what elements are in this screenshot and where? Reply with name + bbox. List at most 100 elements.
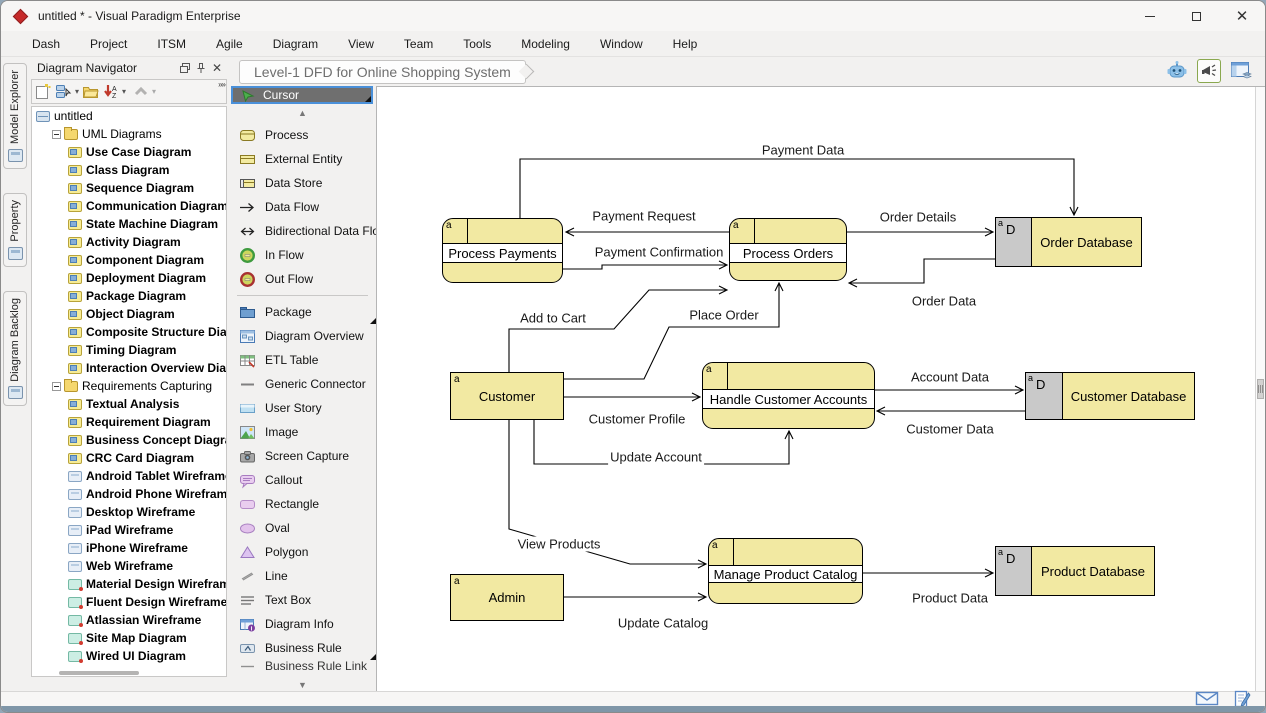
datastore-product-database[interactable]: aDProduct Database <box>995 546 1155 596</box>
sort-dropdown-icon[interactable]: ▾ <box>122 87 126 96</box>
tool-image[interactable]: Image <box>229 420 376 444</box>
tool-rectangle[interactable]: Rectangle <box>229 492 376 516</box>
tree-item-business-concept-diagram[interactable]: Business Concept Diagram <box>32 431 226 449</box>
tool-out-flow[interactable]: Out Flow <box>229 267 376 291</box>
close-panel-button[interactable]: ✕ <box>209 60 225 76</box>
datastore-order-database[interactable]: aDOrder Database <box>995 217 1142 267</box>
toolbox-scroll-down-icon[interactable]: ▼ <box>229 680 376 690</box>
flow-label-place-order[interactable]: Place Order <box>687 308 760 323</box>
tool-bidirectional-data-flow[interactable]: Bidirectional Data Flow <box>229 219 376 243</box>
menu-item-window[interactable]: Window <box>585 33 658 55</box>
tree-item-textual-analysis[interactable]: Textual Analysis <box>32 395 226 413</box>
tool-package[interactable]: Package <box>229 300 376 324</box>
layout-panels-button[interactable] <box>1229 59 1253 83</box>
side-tab-model-explorer[interactable]: Model Explorer <box>3 63 27 169</box>
flow-label-customer-profile[interactable]: Customer Profile <box>587 412 688 427</box>
entity-customer[interactable]: aCustomer <box>450 372 564 420</box>
tool-data-store[interactable]: Data Store <box>229 171 376 195</box>
pin-panel-button[interactable] <box>193 60 209 76</box>
process-process-payments[interactable]: aProcess Payments <box>442 218 563 283</box>
menu-item-dash[interactable]: Dash <box>17 33 75 55</box>
side-tab-property[interactable]: Property <box>3 193 27 267</box>
tool-external-entity[interactable]: External Entity <box>229 147 376 171</box>
menu-item-project[interactable]: Project <box>75 33 142 55</box>
tool-diagram-overview[interactable]: Diagram Overview <box>229 324 376 348</box>
tree-item-fluent-design-wireframe[interactable]: Fluent Design Wireframe <box>32 593 226 611</box>
tree-item-atlassian-wireframe[interactable]: Atlassian Wireframe <box>32 611 226 629</box>
tool-screen-capture[interactable]: Screen Capture <box>229 444 376 468</box>
tree-item-crc-card-diagram[interactable]: CRC Card Diagram <box>32 449 226 467</box>
flow-label-order-data[interactable]: Order Data <box>910 294 978 309</box>
flow-label-update-catalog[interactable]: Update Catalog <box>616 616 710 631</box>
datastore-customer-database[interactable]: aDCustomer Database <box>1025 372 1195 420</box>
tree-item-deployment-diagram[interactable]: Deployment Diagram <box>32 269 226 287</box>
flow-label-add-to-cart[interactable]: Add to Cart <box>518 311 588 326</box>
menu-item-help[interactable]: Help <box>658 33 713 55</box>
tree-item-requirements-capturing[interactable]: Requirements Capturing <box>32 377 226 395</box>
open-folder-icon[interactable] <box>82 83 100 100</box>
tool-diagram-info[interactable]: iDiagram Info <box>229 612 376 636</box>
model-structure-icon[interactable] <box>55 83 72 100</box>
tool-business-rule[interactable]: Business Rule <box>229 636 376 660</box>
diagram-canvas[interactable]: Payment DataPayment RequestPayment Confi… <box>376 86 1265 691</box>
tree-item-state-machine-diagram[interactable]: State Machine Diagram <box>32 215 226 233</box>
tree-item-composite-structure-diagram[interactable]: Composite Structure Diagram <box>32 323 226 341</box>
close-button[interactable]: ✕ <box>1219 1 1265 31</box>
flow-label-product-data[interactable]: Product Data <box>910 591 990 606</box>
flow-label-payment-request[interactable]: Payment Request <box>590 209 697 224</box>
tool-user-story[interactable]: User Story <box>229 396 376 420</box>
tool-data-flow[interactable]: Data Flow <box>229 195 376 219</box>
toolbox-scroll-up-icon[interactable]: ▲ <box>229 108 376 118</box>
tree-item-wired-ui-diagram[interactable]: Wired UI Diagram <box>32 647 226 665</box>
tool-cursor[interactable]: Cursor <box>231 86 373 104</box>
flow-label-payment-data[interactable]: Payment Data <box>760 143 846 158</box>
tree-item-communication-diagram[interactable]: Communication Diagram <box>32 197 226 215</box>
tool-process[interactable]: Process <box>229 123 376 147</box>
model-structure-dropdown-icon[interactable]: ▾ <box>75 87 79 96</box>
tree-item-uml-diagrams[interactable]: UML Diagrams <box>32 125 226 143</box>
tool-generic-connector[interactable]: Generic Connector <box>229 372 376 396</box>
process-process-orders[interactable]: aProcess Orders <box>729 218 847 281</box>
menu-item-view[interactable]: View <box>333 33 389 55</box>
flow-label-customer-data[interactable]: Customer Data <box>904 422 995 437</box>
collapse-all-icon[interactable] <box>133 85 149 99</box>
collapse-dropdown-icon[interactable]: ▾ <box>152 87 156 96</box>
menu-item-diagram[interactable]: Diagram <box>258 33 333 55</box>
entity-admin[interactable]: aAdmin <box>450 574 564 621</box>
canvas-vertical-scrollbar[interactable] <box>1255 87 1265 691</box>
menu-item-itsm[interactable]: ITSM <box>142 33 201 55</box>
collapse-toggle-icon[interactable] <box>52 130 61 139</box>
tree-item-web-wireframe[interactable]: Web Wireframe <box>32 557 226 575</box>
tool-oval[interactable]: Oval <box>229 516 376 540</box>
tool-text-box[interactable]: Text Box <box>229 588 376 612</box>
toolbar-overflow-icon[interactable]: »» <box>218 80 225 89</box>
tree-item-android-phone-wireframe[interactable]: Android Phone Wireframe <box>32 485 226 503</box>
tree-item-activity-diagram[interactable]: Activity Diagram <box>32 233 226 251</box>
flow-label-account-data[interactable]: Account Data <box>909 370 991 385</box>
canvas-scrollbar-thumb[interactable] <box>1257 379 1264 399</box>
menu-item-team[interactable]: Team <box>389 33 448 55</box>
flow-add-to-cart[interactable] <box>509 290 727 372</box>
tree-item-site-map-diagram[interactable]: Site Map Diagram <box>32 629 226 647</box>
maximize-button[interactable] <box>1173 1 1219 31</box>
minimize-button[interactable] <box>1127 1 1173 31</box>
flow-order-data[interactable] <box>849 259 995 283</box>
tree-item-untitled[interactable]: untitled <box>32 107 226 125</box>
tree-item-interaction-overview-diagram[interactable]: Interaction Overview Diagram <box>32 359 226 377</box>
tree-item-use-case-diagram[interactable]: Use Case Diagram <box>32 143 226 161</box>
menu-item-tools[interactable]: Tools <box>448 33 506 55</box>
sort-icon[interactable]: AZ <box>103 83 119 100</box>
process-manage-product-catalog[interactable]: aManage Product Catalog <box>708 538 863 604</box>
breadcrumb-diagram-tab[interactable]: Level-1 DFD for Online Shopping System <box>239 60 526 84</box>
tree-item-android-tablet-wireframe[interactable]: Android Tablet Wireframe <box>32 467 226 485</box>
announcement-button[interactable] <box>1197 59 1221 83</box>
menu-item-agile[interactable]: Agile <box>201 33 258 55</box>
tree-item-object-diagram[interactable]: Object Diagram <box>32 305 226 323</box>
tree-item-requirement-diagram[interactable]: Requirement Diagram <box>32 413 226 431</box>
tree-horizontal-scrollbar[interactable] <box>59 671 139 675</box>
flow-label-view-products[interactable]: View Products <box>516 537 603 552</box>
tool-in-flow[interactable]: In Flow <box>229 243 376 267</box>
tree-item-iphone-wireframe[interactable]: iPhone Wireframe <box>32 539 226 557</box>
tree-item-package-diagram[interactable]: Package Diagram <box>32 287 226 305</box>
tool-line[interactable]: Line <box>229 564 376 588</box>
